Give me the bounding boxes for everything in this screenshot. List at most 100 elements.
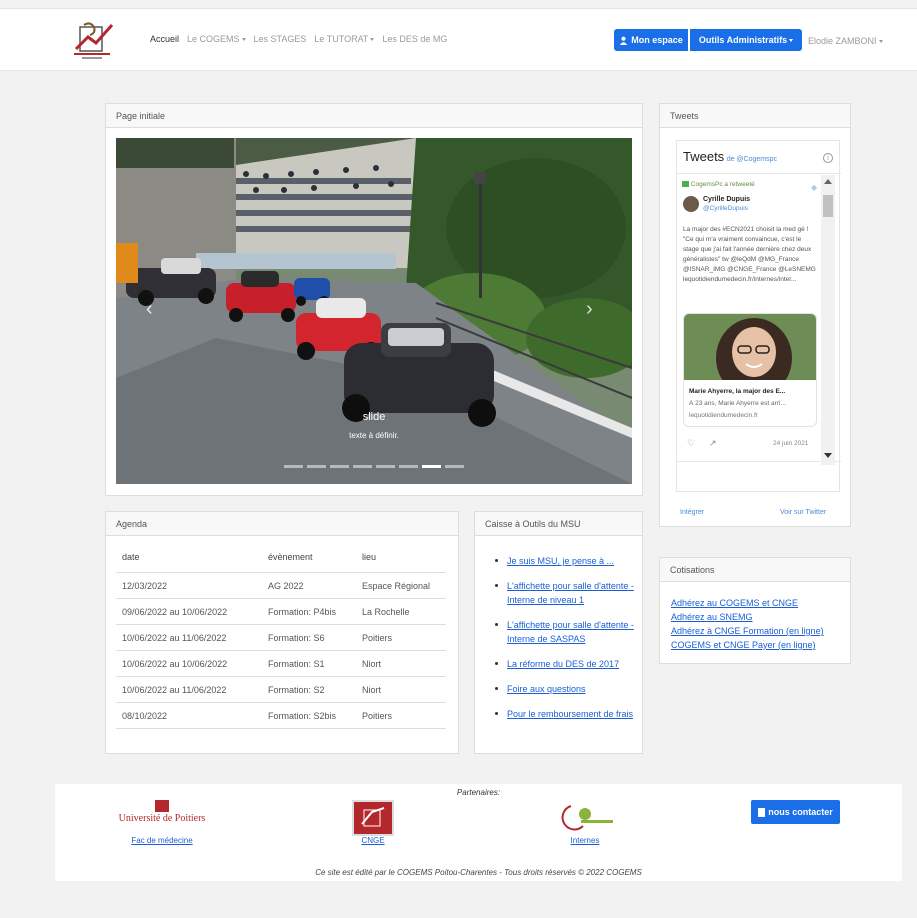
twitter-timeline[interactable]: Tweets de @Cogemspc i CogemsPc a retweet…: [676, 140, 841, 492]
carousel-indicator[interactable]: [330, 465, 349, 468]
table-row: 10/06/2022 au 10/06/2022 Formation: S1 Nio…: [116, 650, 446, 677]
toolbox-link[interactable]: L'affichette pour salle d'attente - Inte…: [507, 620, 634, 644]
toolbox-link[interactable]: La réforme du DES de 2017: [507, 659, 619, 669]
link-card-text: À 23 ans, Marie Ahyerre est arri...: [689, 400, 786, 407]
info-icon[interactable]: i: [823, 153, 833, 163]
univ-logo-text: Université de Poitiers: [118, 813, 206, 824]
cogems-logo[interactable]: [70, 19, 118, 63]
image-carousel[interactable]: ‹ › slide texte à définir.: [116, 138, 632, 484]
carousel-indicator[interactable]: [307, 465, 326, 468]
timeline-scrollbar[interactable]: [821, 175, 835, 465]
author-name[interactable]: Cyrille Dupuis: [703, 196, 750, 203]
contact-label: nous contacter: [768, 807, 833, 817]
navbar: Accueil Le COGEMS Les STAGES Le TUTORAT …: [0, 9, 917, 71]
link-card-title: Marie Ahyerre, la major des E...: [689, 388, 786, 395]
toolbox-links: Je suis MSU, je pense à ... L'affichette …: [495, 554, 643, 732]
internes-logo[interactable]: [549, 800, 621, 836]
cotisations-links: Adhérez au COGEMS et CNGE Adhérez au SNEM…: [671, 596, 824, 652]
agenda-place: Espace Régional: [356, 572, 446, 599]
partner-internes: Internes: [549, 800, 621, 845]
list-item: Pour le remboursement de frais: [495, 707, 643, 721]
agenda-date: 09/06/2022 au 10/06/2022: [116, 598, 262, 625]
caret-down-icon: [370, 38, 375, 42]
list-item: Foire aux questions: [495, 682, 643, 696]
embed-link[interactable]: Intégrer: [680, 509, 704, 516]
cotisation-link[interactable]: Adhérez au COGEMS et CNGE: [671, 598, 798, 608]
table-row: 10/06/2022 au 11/06/2022 Formation: S6 Poi…: [116, 624, 446, 651]
agenda-place: Niort: [356, 676, 446, 703]
author-handle[interactable]: @CyrilleDupuis: [703, 205, 748, 212]
agenda-event: Formation: S6: [262, 624, 356, 651]
contact-button[interactable]: nous contacter: [751, 800, 840, 824]
table-row: 08/10/2022 Formation: S2bis Poitiers: [116, 702, 446, 729]
scroll-up-icon[interactable]: [824, 179, 832, 184]
phone-icon: [758, 807, 766, 817]
cotisation-link[interactable]: Adhérez au SNEMG: [671, 612, 753, 622]
table-row: 10/06/2022 au 11/06/2022 Formation: S2 Nio…: [116, 676, 446, 703]
tweet-text: La major des #ECN2021 choisit la med gé …: [683, 226, 816, 283]
outils-administratifs-button[interactable]: Outils Administratifs: [690, 29, 802, 51]
mon-espace-label: Mon espace: [631, 35, 683, 45]
carousel-indicator[interactable]: [422, 465, 441, 468]
cnge-logo[interactable]: [352, 800, 394, 836]
user-name: Elodie ZAMBONI: [808, 36, 877, 46]
univ-poitiers-logo[interactable]: Université de Poitiers: [117, 800, 207, 836]
nav-tutorat[interactable]: Le TUTORAT: [314, 34, 375, 44]
partner-fac: Université de Poitiers Fac de médecine: [117, 800, 207, 845]
link-card-photo: [684, 314, 816, 398]
carousel-indicator[interactable]: [399, 465, 418, 468]
toolbox-link[interactable]: Je suis MSU, je pense à ...: [507, 556, 614, 566]
internes-emblem-icon: [561, 805, 613, 831]
scroll-down-icon[interactable]: [824, 453, 832, 458]
retweet-note: CogemsPc a retweeté: [690, 181, 755, 188]
view-on-twitter-link[interactable]: Voir sur Twitter: [780, 509, 826, 516]
cotisation-link[interactable]: COGEMS et CNGE Payer (en ligne): [671, 640, 816, 650]
author-avatar[interactable]: [683, 196, 699, 212]
col-event: évènement: [262, 552, 356, 573]
share-icon[interactable]: ↗: [709, 438, 717, 449]
agenda-place: Poitiers: [356, 702, 446, 729]
internes-link[interactable]: Internes: [571, 836, 600, 845]
home-card-title: Page initiale: [106, 104, 642, 128]
toolbox-link[interactable]: Pour le remboursement de frais: [507, 709, 633, 719]
carousel-indicator[interactable]: [284, 465, 303, 468]
link-card[interactable]: Marie Ahyerre, la major des E... À 23 an…: [683, 313, 817, 427]
user-menu[interactable]: Elodie ZAMBONI: [808, 36, 883, 46]
col-date: date: [116, 552, 262, 573]
cnge-emblem-icon: [361, 807, 385, 827]
toolbox-link[interactable]: L'affichette pour salle d'attente - Inte…: [507, 581, 634, 605]
nav-stages[interactable]: Les STAGES: [254, 34, 307, 44]
toolbox-card: Caisse à Outils du MSU Je suis MSU, je p…: [474, 511, 643, 754]
caret-down-icon: [241, 38, 246, 42]
tweets-card: Tweets Tweets de @Cogemspc i CogemsPc a …: [659, 103, 851, 527]
toolbox-link[interactable]: Foire aux questions: [507, 684, 586, 694]
partner-cnge: CNGE: [337, 800, 409, 845]
toolbox-card-title: Caisse à Outils du MSU: [475, 512, 642, 536]
list-item: Adhérez au COGEMS et CNGE: [671, 596, 824, 610]
tweets-card-title: Tweets: [660, 104, 850, 128]
carousel-indicator[interactable]: [376, 465, 395, 468]
agenda-date: 10/06/2022 au 10/06/2022: [116, 650, 262, 677]
main-nav: Accueil Le COGEMS Les STAGES Le TUTORAT …: [150, 34, 447, 44]
carousel-indicator[interactable]: [445, 465, 464, 468]
nav-des[interactable]: Les DES de MG: [382, 34, 447, 44]
scroll-thumb[interactable]: [823, 195, 833, 217]
prev-slide-arrow[interactable]: ‹: [146, 298, 153, 321]
fac-medecine-link[interactable]: Fac de médecine: [131, 836, 192, 845]
like-icon[interactable]: ♡: [687, 438, 695, 449]
cotisation-link[interactable]: Adhérez à CNGE Formation (en ligne): [671, 626, 824, 636]
agenda-header-row: date évènement lieu: [116, 552, 446, 573]
carousel-indicator[interactable]: [353, 465, 372, 468]
timeline-bottom-divider: [677, 461, 841, 462]
tweet-date[interactable]: 24 juin 2021: [773, 440, 808, 447]
retweet-line: CogemsPc a retweeté: [682, 181, 815, 188]
agenda-body: 12/03/2022 AG 2022 Espace Régional 09/06/20…: [116, 572, 446, 729]
table-row: 09/06/2022 au 10/06/2022 Formation: P4bis…: [116, 598, 446, 625]
slide-title: slide: [362, 411, 386, 423]
cnge-link[interactable]: CNGE: [361, 836, 384, 845]
next-slide-arrow[interactable]: ›: [586, 298, 593, 321]
nav-accueil[interactable]: Accueil: [150, 34, 179, 44]
nav-cogems[interactable]: Le COGEMS: [187, 34, 246, 44]
footer: Partenaires: Université de Poitiers Fac …: [55, 784, 902, 881]
mon-espace-button[interactable]: Mon espace: [614, 29, 688, 51]
